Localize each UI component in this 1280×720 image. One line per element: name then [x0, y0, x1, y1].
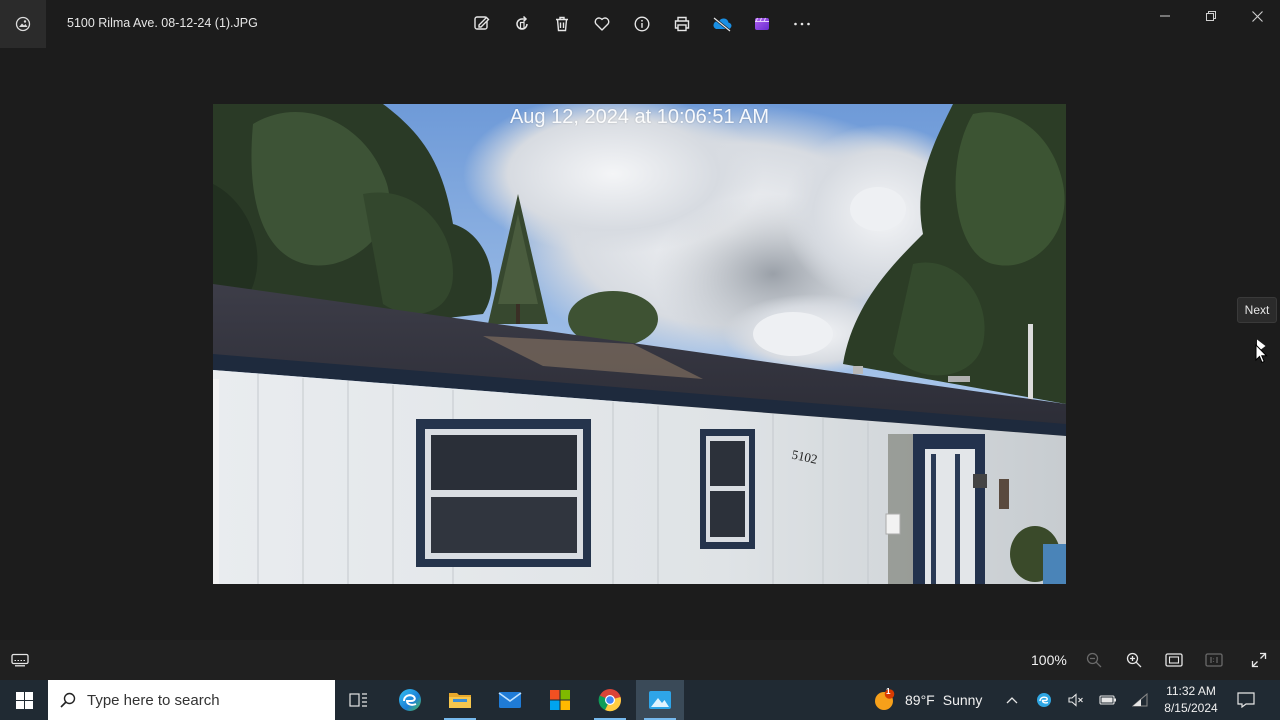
- minimize-button[interactable]: [1142, 0, 1188, 32]
- restore-button[interactable]: [1188, 0, 1234, 32]
- edge-tray-icon: [1037, 693, 1051, 707]
- taskbar-photos[interactable]: [636, 680, 684, 720]
- tray-edge-button[interactable]: [1034, 690, 1054, 710]
- weather-widget[interactable]: 1 89°F Sunny: [873, 680, 982, 720]
- fit-window-icon: [1165, 653, 1183, 667]
- clock-date: 8/15/2024: [1164, 701, 1218, 715]
- system-clock[interactable]: 11:32 AM 8/15/2024: [1156, 683, 1226, 717]
- print-button[interactable]: [662, 8, 702, 40]
- notification-icon: [1237, 692, 1255, 708]
- taskbar-edge[interactable]: [386, 680, 434, 720]
- photos-app-icon[interactable]: [0, 0, 46, 48]
- photo-content: 5102: [213, 104, 1066, 584]
- battery-icon: [1099, 695, 1116, 705]
- delete-button[interactable]: [542, 8, 582, 40]
- task-view-icon: [349, 693, 367, 707]
- close-button[interactable]: [1234, 0, 1280, 32]
- mail-icon: [498, 692, 522, 708]
- rotate-button[interactable]: [502, 8, 542, 40]
- clipchamp-icon: [755, 17, 769, 30]
- minimize-icon: [1160, 15, 1170, 17]
- more-icon: [794, 22, 810, 26]
- sun-icon: [875, 689, 895, 710]
- info-icon: [634, 16, 650, 32]
- fit-to-window-button[interactable]: [1162, 648, 1186, 672]
- edit-image-button[interactable]: [462, 8, 502, 40]
- search-placeholder: Type here to search: [87, 691, 220, 709]
- taskbar-mail[interactable]: [486, 680, 534, 720]
- filmstrip-button[interactable]: [8, 649, 32, 671]
- volume-muted-icon: [1068, 693, 1083, 707]
- onedrive-button[interactable]: [702, 8, 742, 40]
- print-icon: [674, 16, 690, 32]
- file-explorer-icon: [449, 693, 471, 708]
- windows-logo-icon: [15, 691, 33, 709]
- weather-condition: Sunny: [942, 692, 983, 708]
- start-button[interactable]: [0, 680, 48, 720]
- chevron-up-icon: [1006, 697, 1018, 704]
- zoom-level[interactable]: 100%: [1031, 652, 1067, 668]
- favorite-icon: [594, 17, 610, 31]
- weather-temperature: 89°F: [905, 692, 935, 708]
- next-tooltip: Next: [1237, 297, 1277, 323]
- actual-size-button[interactable]: [1202, 648, 1226, 672]
- battery-button[interactable]: [1098, 690, 1118, 710]
- windows-taskbar: Type here to search 1 89°F Sunny 11:32 A…: [0, 680, 1280, 720]
- show-hidden-icons-button[interactable]: [1002, 690, 1022, 710]
- onedrive-icon: [713, 16, 732, 33]
- task-view-button[interactable]: [335, 680, 383, 720]
- house-photo[interactable]: 5102 Aug 12, 2024 at 10:06:51 AM: [213, 104, 1066, 584]
- edit-image-icon: [474, 16, 490, 30]
- taskbar-chrome[interactable]: [586, 680, 634, 720]
- close-icon: [1251, 10, 1263, 22]
- restore-icon: [1206, 11, 1216, 21]
- rotate-icon: [516, 15, 528, 30]
- microsoft-store-icon: [550, 690, 570, 710]
- photo-viewer-stage: 5102 Aug 12, 2024 at 10:06:51 AM Next: [0, 48, 1280, 640]
- clipchamp-button[interactable]: [742, 8, 782, 40]
- edge-icon: [399, 689, 421, 711]
- taskbar-microsoft-store[interactable]: [536, 680, 584, 720]
- full-screen-icon: [1251, 652, 1267, 668]
- info-button[interactable]: [622, 8, 662, 40]
- mouse-cursor-icon: [1255, 344, 1268, 364]
- window-controls: [1142, 0, 1280, 32]
- viewer-bottom-bar: 100%: [0, 640, 1280, 680]
- filmstrip-icon: [11, 653, 29, 667]
- photos-icon: [649, 691, 671, 709]
- weather-alert-badge: 1: [886, 687, 891, 696]
- search-icon: [60, 692, 76, 708]
- image-toolbar: [462, 8, 822, 40]
- full-screen-button[interactable]: [1247, 648, 1271, 672]
- favorite-button[interactable]: [582, 8, 622, 40]
- clock-time: 11:32 AM: [1166, 684, 1216, 698]
- chrome-icon: [598, 689, 621, 712]
- file-name-title: 5100 Rilma Ave. 08-12-24 (1).JPG: [67, 16, 258, 30]
- zoom-out-button[interactable]: [1082, 648, 1106, 672]
- zoom-in-button[interactable]: [1122, 648, 1146, 672]
- actual-size-icon: [1205, 653, 1223, 667]
- delete-icon: [556, 16, 568, 32]
- zoom-in-icon: [1126, 652, 1142, 668]
- more-options-button[interactable]: [782, 8, 822, 40]
- notifications-button[interactable]: [1232, 688, 1260, 712]
- taskbar-search-box[interactable]: Type here to search: [48, 680, 335, 720]
- photo-timestamp: Aug 12, 2024 at 10:06:51 AM: [509, 106, 770, 128]
- zoom-out-icon: [1086, 652, 1102, 668]
- taskbar-file-explorer[interactable]: [436, 680, 484, 720]
- network-button[interactable]: [1130, 690, 1150, 710]
- wifi-icon: [1132, 693, 1148, 707]
- title-bar: 5100 Rilma Ave. 08-12-24 (1).JPG: [0, 0, 1280, 48]
- volume-button[interactable]: [1066, 690, 1086, 710]
